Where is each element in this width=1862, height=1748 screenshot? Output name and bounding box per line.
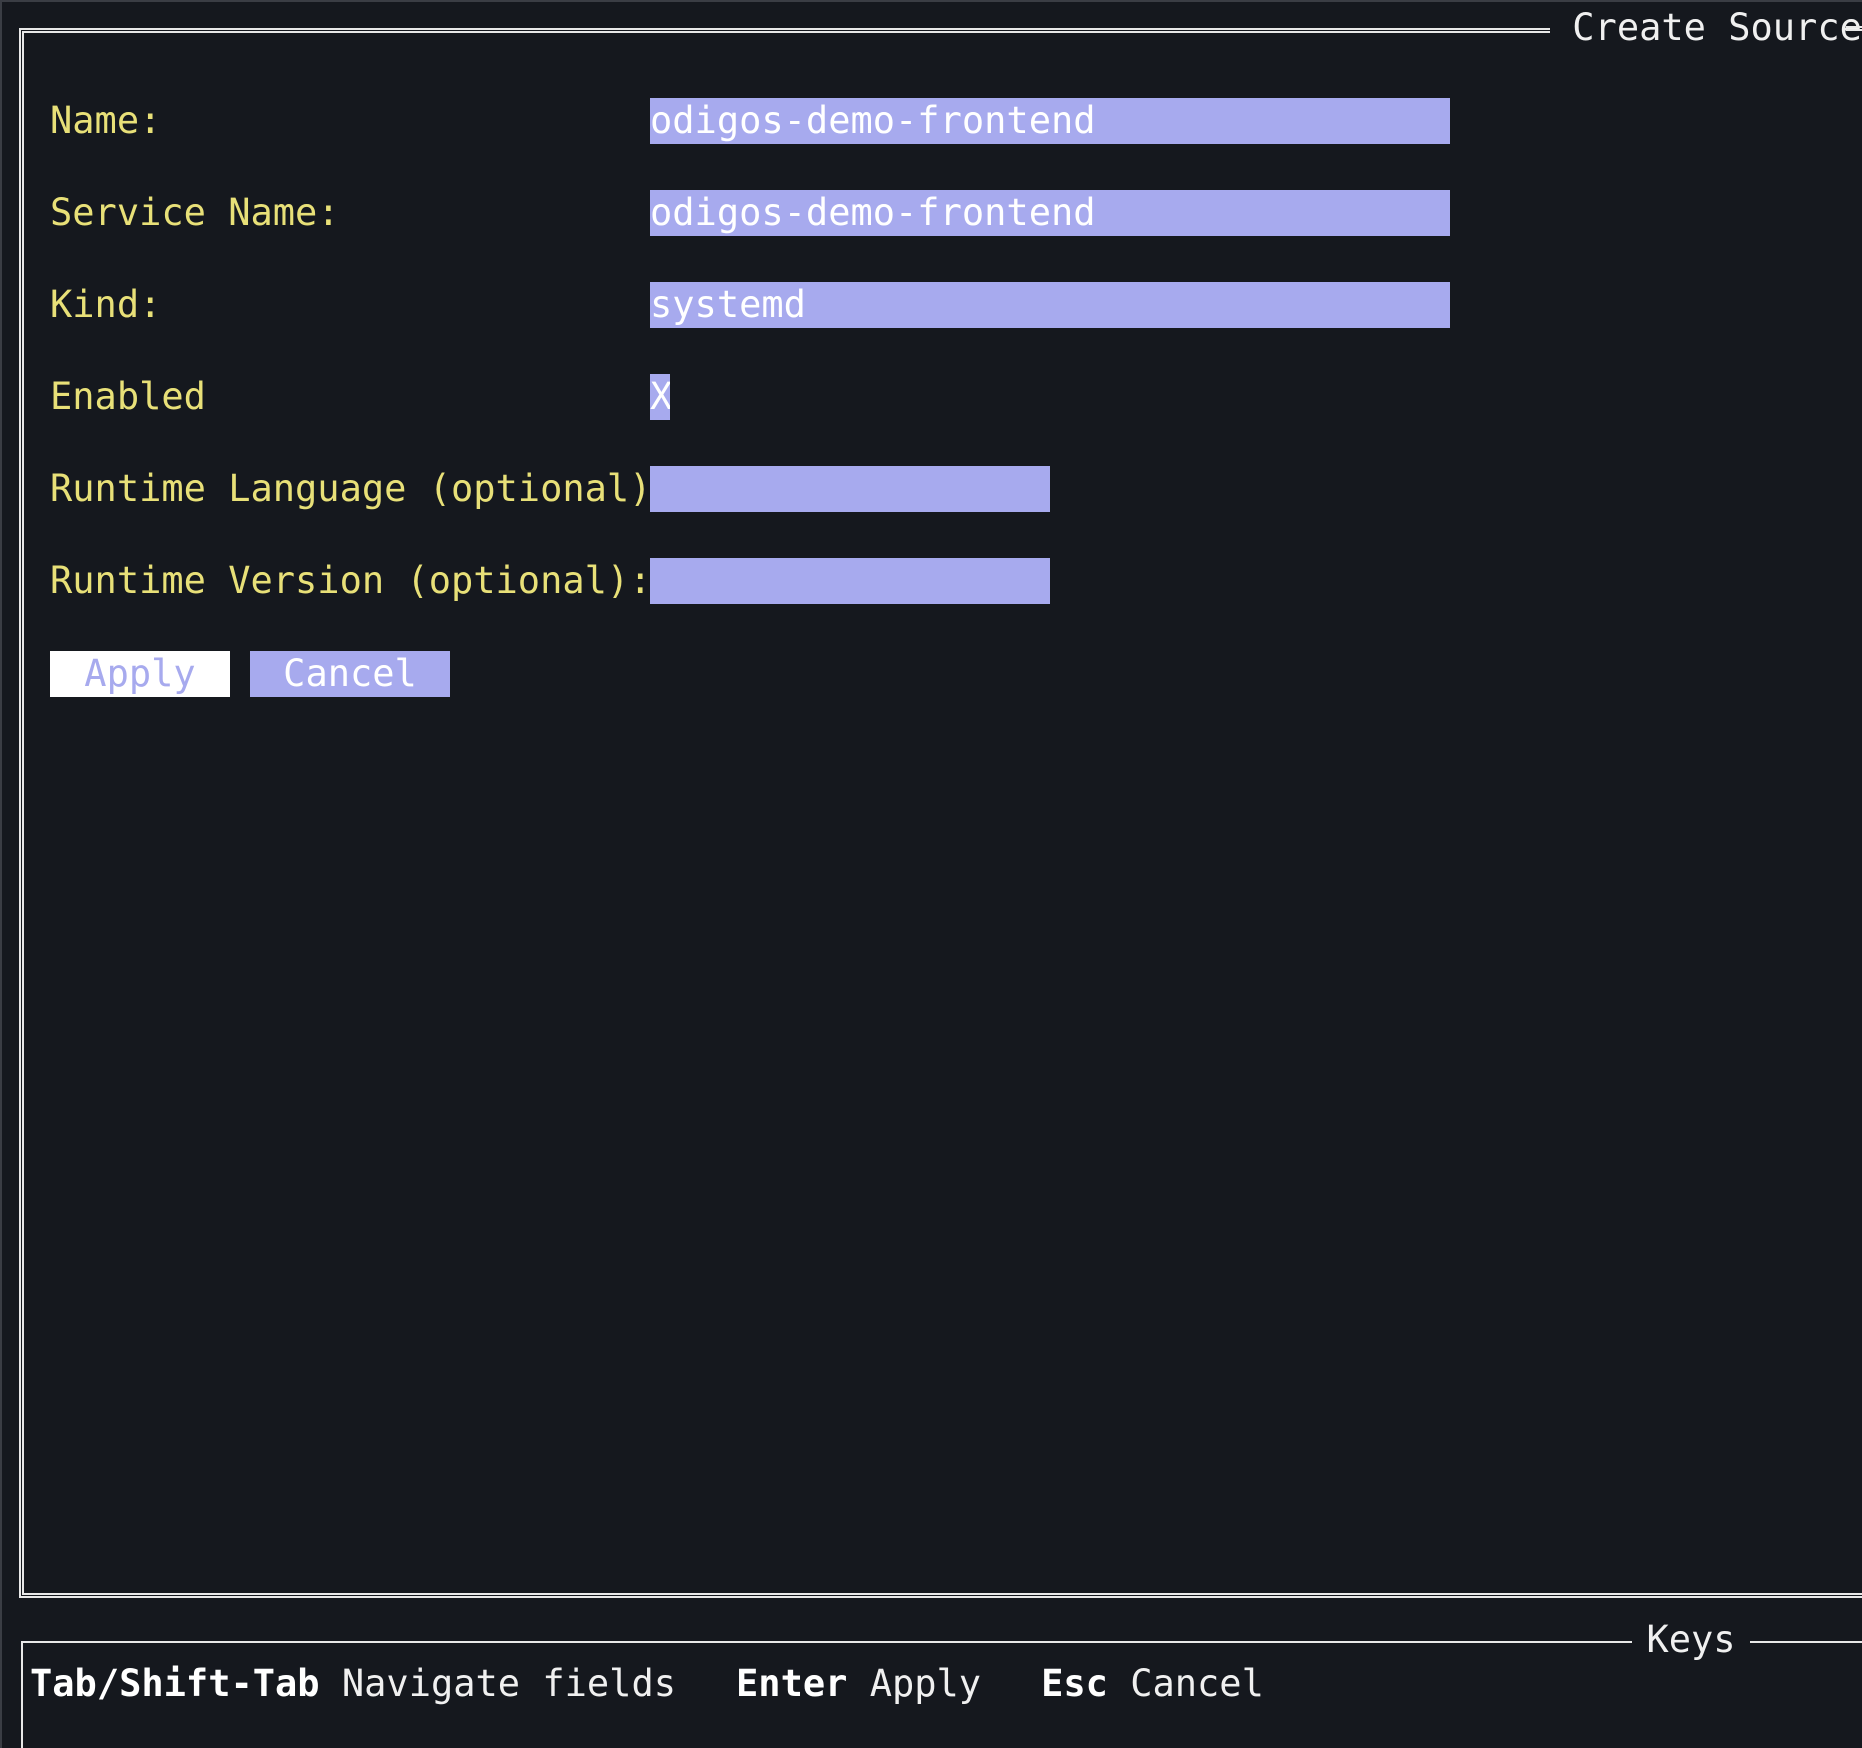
cancel-button[interactable]: Cancel [250, 651, 450, 697]
panel-title-border-tail [1846, 26, 1862, 37]
runtime-version-input[interactable] [650, 558, 1050, 604]
name-input[interactable]: odigos-demo-frontend [650, 98, 1450, 144]
runtime-version-label: Runtime Version (optional): [50, 559, 652, 602]
kind-label: Kind: [50, 283, 162, 326]
apply-button[interactable]: Apply [50, 651, 230, 697]
create-source-panel [19, 28, 1862, 1598]
service-name-label: Service Name: [50, 191, 340, 234]
key-enter-desc: Apply [869, 1662, 982, 1705]
enabled-checkbox[interactable]: X [650, 374, 670, 420]
service-name-input[interactable]: odigos-demo-frontend [650, 190, 1450, 236]
panel-title-text: Create Source [1572, 6, 1862, 49]
name-label: Name: [50, 99, 162, 142]
enabled-label: Enabled [50, 375, 206, 418]
key-tab-desc: Navigate fields [341, 1662, 677, 1705]
kind-input[interactable]: systemd [650, 282, 1450, 328]
runtime-language-label: Runtime Language (optional): [50, 467, 674, 510]
panel-title: Create Source [1550, 4, 1862, 52]
key-tab: Tab/Shift-Tab [30, 1662, 320, 1705]
key-esc-desc: Cancel [1130, 1662, 1264, 1705]
keys-panel-title: Keys [1632, 1616, 1750, 1664]
key-enter: Enter [736, 1662, 848, 1705]
keys-help-row: Tab/Shift-Tab Navigate fields Enter Apply… [30, 1660, 1264, 1708]
runtime-language-input[interactable] [650, 466, 1050, 512]
key-esc: Esc [1041, 1662, 1108, 1705]
